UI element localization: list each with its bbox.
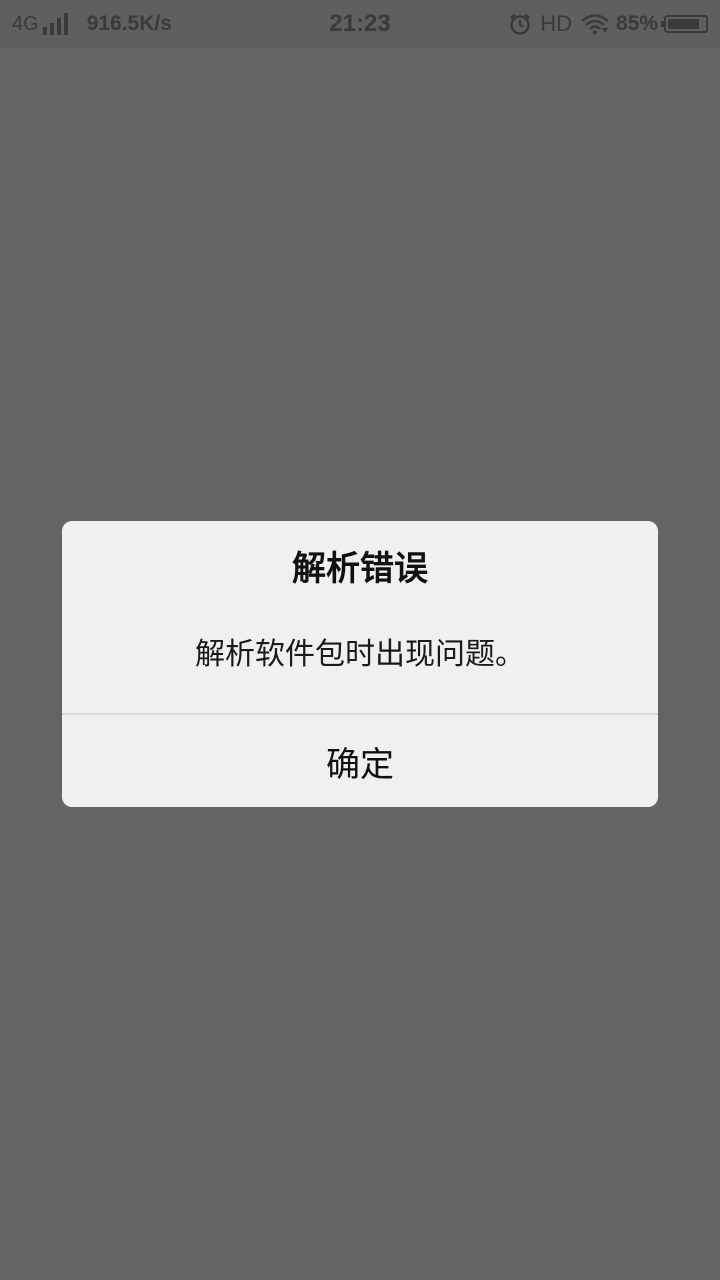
dialog-message: 解析软件包时出现问题。 bbox=[195, 637, 525, 672]
status-bar: 4G 916.5K/s 21:23 HD 85% bbox=[0, 0, 720, 48]
screen: 4G 916.5K/s 21:23 HD 85% 解析错误 解析软件包时出现问题… bbox=[0, 0, 720, 1280]
wifi-icon bbox=[580, 13, 610, 35]
battery-level-fill bbox=[668, 19, 699, 29]
hd-label: HD bbox=[540, 11, 572, 36]
battery-percent: 85% bbox=[615, 12, 658, 35]
alarm-clock-icon bbox=[508, 12, 532, 36]
status-bar-right: HD 85% bbox=[508, 10, 708, 38]
confirm-button[interactable]: 确定 bbox=[62, 715, 658, 807]
dialog-title: 解析错误 bbox=[292, 549, 428, 589]
battery-icon bbox=[661, 15, 708, 33]
parse-error-dialog: 解析错误 解析软件包时出现问题。 确定 bbox=[62, 521, 658, 807]
